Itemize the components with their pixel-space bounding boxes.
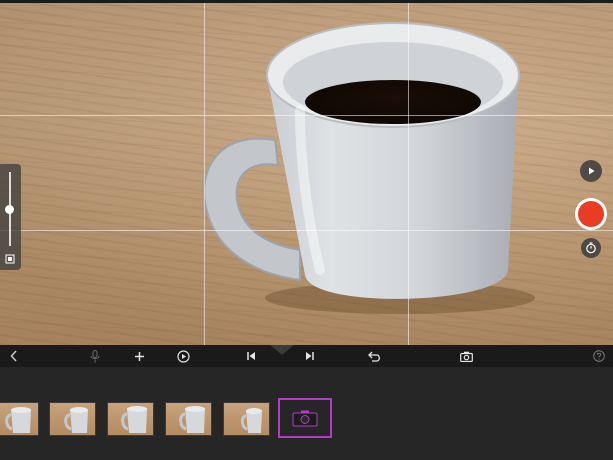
help-button[interactable]	[591, 345, 607, 367]
record-icon	[578, 201, 604, 227]
skip-forward-button[interactable]	[302, 345, 318, 367]
clip-thumbnail[interactable]	[223, 402, 270, 436]
photo-capture-slot[interactable]	[278, 398, 332, 438]
clip-thumbnail[interactable]	[0, 402, 39, 436]
status-bar	[0, 0, 613, 3]
playhead-marker	[270, 345, 294, 355]
grid-line	[204, 0, 205, 345]
grid-line	[0, 115, 613, 116]
add-button[interactable]	[131, 345, 147, 367]
grid-line	[0, 230, 613, 231]
clip-thumbnail[interactable]	[165, 402, 212, 436]
voiceover-button[interactable]	[87, 345, 103, 367]
camera-icon	[292, 410, 318, 427]
timeline-filmstrip[interactable]	[0, 367, 613, 460]
clip-image	[179, 406, 205, 433]
undo-icon	[367, 351, 380, 362]
playback-speed-icon	[176, 349, 190, 363]
skip-back-icon	[247, 352, 255, 360]
clip-image	[240, 408, 262, 433]
clip-image	[5, 407, 31, 433]
clip-thumbnail[interactable]	[107, 402, 154, 436]
clip-thumbnail[interactable]	[49, 402, 96, 436]
back-icon	[10, 350, 17, 362]
clip-image	[64, 407, 88, 433]
preview-play-button[interactable]	[580, 160, 602, 182]
help-icon	[593, 350, 605, 362]
zoom-icon	[5, 254, 15, 264]
playback-speed-button[interactable]	[175, 345, 191, 367]
timer-button[interactable]	[581, 238, 601, 258]
camera-button[interactable]	[458, 345, 474, 367]
timer-icon	[586, 242, 596, 254]
undo-button[interactable]	[366, 345, 382, 367]
back-button[interactable]	[6, 345, 22, 367]
camera-viewfinder[interactable]	[0, 0, 613, 345]
skip-forward-icon	[306, 352, 314, 360]
zoom-handle[interactable]	[5, 204, 14, 214]
camera-icon	[459, 351, 473, 362]
play-icon	[589, 167, 595, 175]
zoom-slider[interactable]	[0, 164, 21, 270]
coffee-mug-image	[203, 22, 535, 314]
plus-icon	[134, 351, 144, 361]
record-button[interactable]	[575, 198, 607, 230]
editing-toolbar	[0, 345, 613, 367]
microphone-icon	[90, 349, 100, 362]
skip-back-button[interactable]	[243, 345, 259, 367]
grid-line	[408, 0, 409, 345]
clip-image	[121, 406, 147, 433]
